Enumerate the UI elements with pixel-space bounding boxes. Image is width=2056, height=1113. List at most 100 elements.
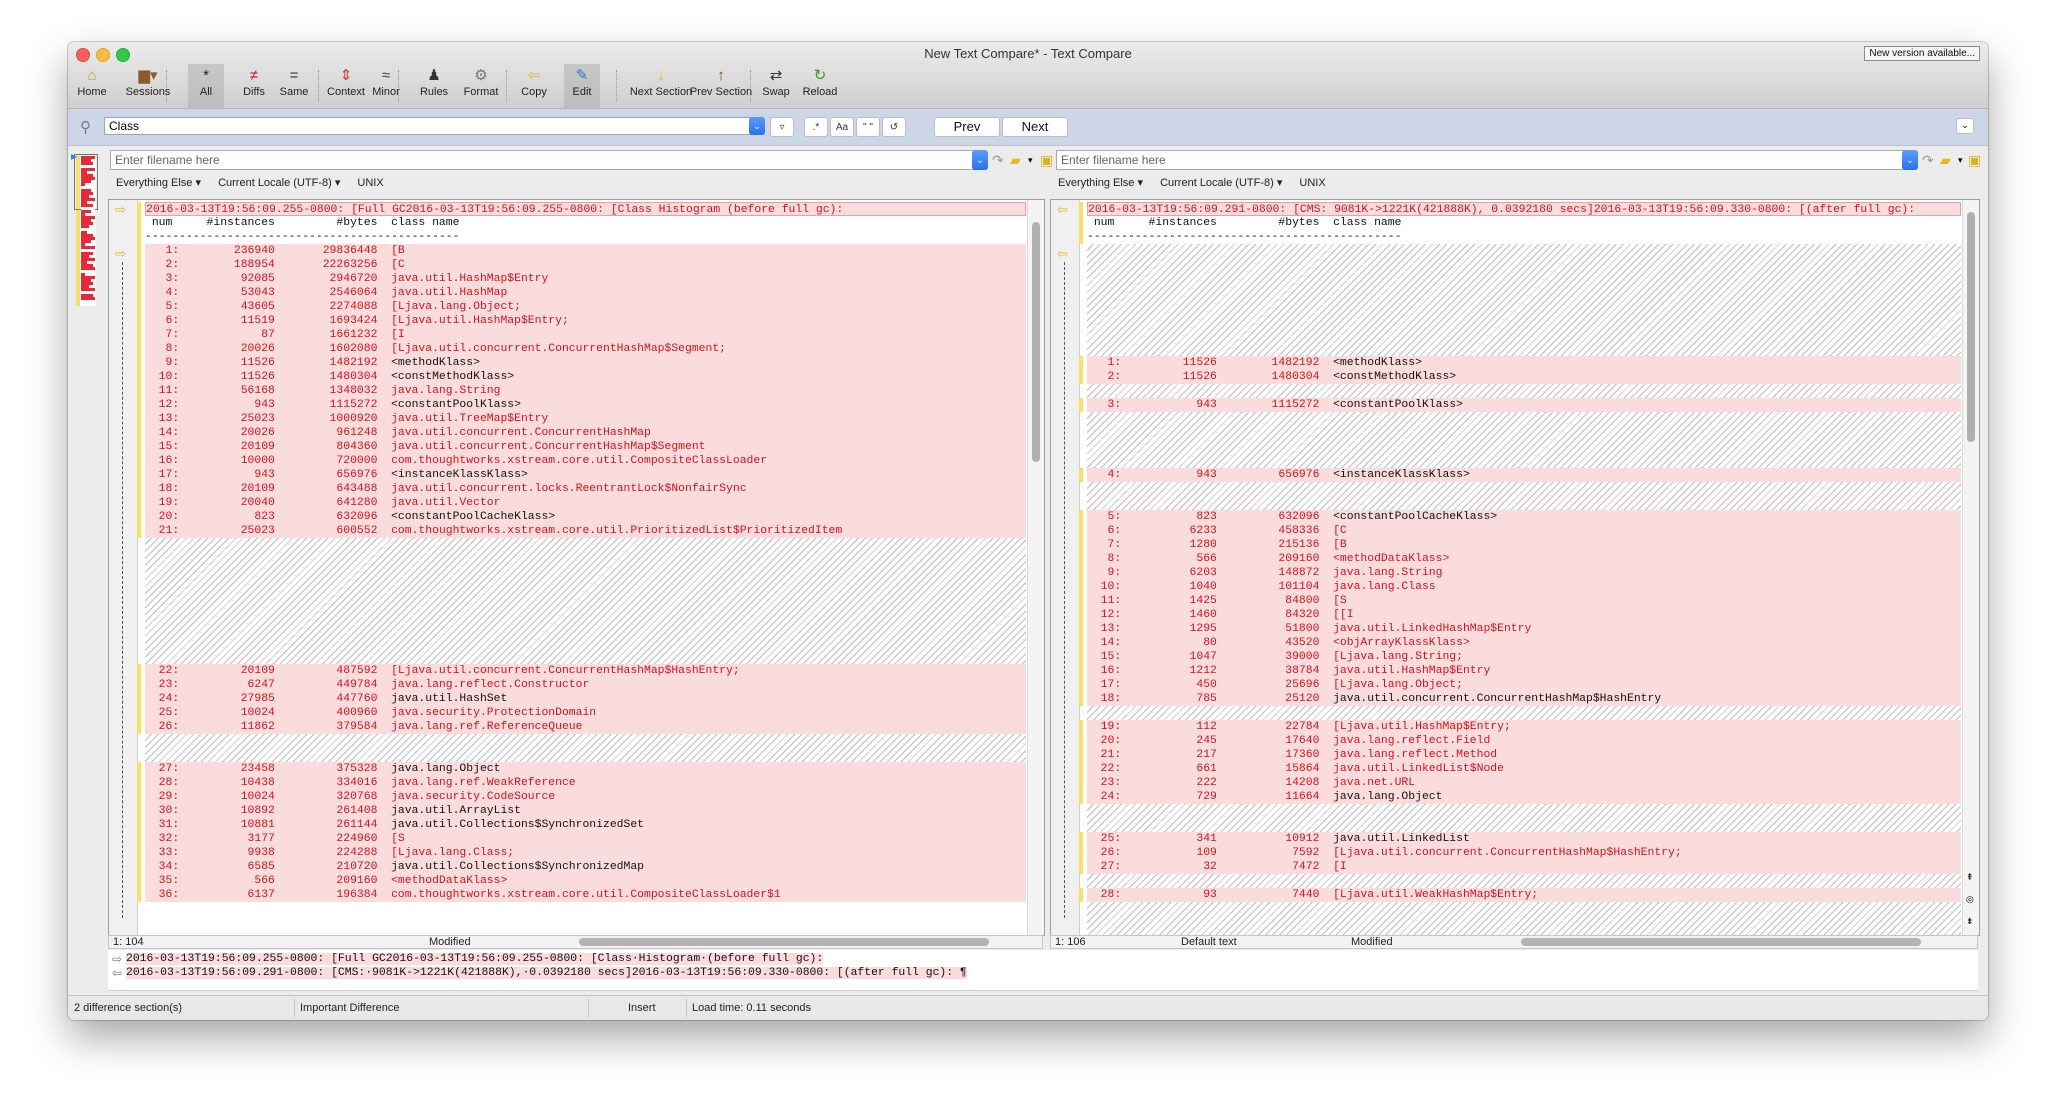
left-table-row[interactable]: 32: 3177 224960 [S: [145, 832, 1026, 846]
right-save-icon[interactable]: ▣: [1968, 151, 1981, 169]
left-table-row[interactable]: 12: 943 1115272 <constantPoolKlass>: [145, 398, 1026, 412]
right-table-row[interactable]: 18: 785 25120 java.util.concurrent.Concu…: [1087, 692, 1961, 706]
toolbar-copy-button[interactable]: ⇦ Copy: [516, 64, 552, 108]
toolbar-minor-button[interactable]: ≈ Minor: [368, 64, 404, 108]
toolbar-sessions-button[interactable]: ▆▾ Sessions: [120, 64, 176, 108]
left-table-row[interactable]: 13: 25023 1000920 java.util.TreeMap$Entr…: [145, 412, 1026, 426]
right-table-row[interactable]: 25: 341 10912 java.util.LinkedList: [1087, 832, 1961, 846]
left-table-row[interactable]: 15: 20109 804360 java.util.concurrent.Co…: [145, 440, 1026, 454]
right-vertical-scrollbar[interactable]: ⇞ ◎ ⇟: [1962, 200, 1979, 935]
left-table-row[interactable]: 18: 20109 643488 java.util.concurrent.lo…: [145, 482, 1026, 496]
right-text-content[interactable]: 2016-03-13T19:56:09.291-0800: [CMS: 9081…: [1087, 200, 1961, 935]
toolbar-same-button[interactable]: = Same: [276, 64, 312, 108]
right-table-row[interactable]: 6: 6233 458336 [C: [1087, 524, 1961, 538]
left-browse-history-icon[interactable]: ↷: [992, 151, 1004, 169]
left-table-row[interactable]: 1: 236940 29836448 [B: [145, 244, 1026, 258]
right-text-pane[interactable]: 2016-03-13T19:56:09.291-0800: [CMS: 9081…: [1050, 199, 1980, 936]
right-format-select[interactable]: Everything Else ▾: [1058, 177, 1143, 189]
next-match-button[interactable]: Next: [1002, 117, 1068, 137]
left-table-row[interactable]: 4: 53043 2546064 java.util.HashMap: [145, 286, 1026, 300]
right-table-row[interactable]: 27: 32 7472 [I: [1087, 860, 1961, 874]
right-table-row[interactable]: 3: 943 1115272 <constantPoolKlass>: [1087, 398, 1961, 412]
left-vertical-scrollbar[interactable]: [1027, 200, 1044, 935]
left-table-row[interactable]: 24: 27985 447760 java.util.HashSet: [145, 692, 1026, 706]
left-format-select[interactable]: Everything Else ▾: [116, 177, 201, 189]
right-filename-dropdown[interactable]: ⌄: [1902, 150, 1918, 170]
scroll-bottom-icon[interactable]: ⇟: [1966, 916, 1974, 927]
left-open-folder-icon[interactable]: ▰: [1010, 151, 1021, 169]
left-table-row[interactable]: 27: 23458 375328 java.lang.Object: [145, 762, 1026, 776]
diff-overview-map[interactable]: ▶: [71, 152, 98, 306]
right-scroll-thumb[interactable]: [1967, 212, 1975, 442]
right-table-row[interactable]: 8: 566 209160 <methodDataKlass>: [1087, 552, 1961, 566]
left-table-row[interactable]: 31: 10881 261144 java.util.Collections$S…: [145, 818, 1026, 832]
whole-word-toggle[interactable]: " ": [856, 117, 880, 137]
right-table-row[interactable]: 20: 245 17640 java.lang.reflect.Field: [1087, 734, 1961, 748]
toolbar-context-button[interactable]: ⇕ Context: [324, 64, 368, 108]
left-scroll-thumb[interactable]: [1032, 222, 1040, 462]
scroll-top-icon[interactable]: ⇞: [1966, 872, 1974, 883]
prev-match-button[interactable]: Prev: [934, 117, 1000, 137]
left-table-row[interactable]: 23: 6247 449784 java.lang.reflect.Constr…: [145, 678, 1026, 692]
left-table-row[interactable]: 29: 10024 320768 java.security.CodeSourc…: [145, 790, 1026, 804]
left-table-row[interactable]: 6: 11519 1693424 [Ljava.util.HashMap$Ent…: [145, 314, 1026, 328]
right-table-row[interactable]: 28: 93 7440 [Ljava.util.WeakHashMap$Entr…: [1087, 888, 1961, 902]
right-table-row[interactable]: 5: 823 632096 <constantPoolCacheKlass>: [1087, 510, 1961, 524]
regex-toggle[interactable]: .*: [804, 117, 828, 137]
right-table-row[interactable]: 22: 661 15864 java.util.LinkedList$Node: [1087, 762, 1961, 776]
right-table-row[interactable]: 11: 1425 84800 [S: [1087, 594, 1961, 608]
right-table-row[interactable]: 16: 1212 38784 java.util.HashMap$Entry: [1087, 664, 1961, 678]
right-open-menu-icon[interactable]: ▾: [1958, 151, 1963, 169]
left-encoding-select[interactable]: Current Locale (UTF-8) ▾: [218, 177, 340, 189]
right-horizontal-scrollbar[interactable]: [1521, 938, 1921, 946]
right-table-row[interactable]: 2: 11526 1480304 <constMethodKlass>: [1087, 370, 1961, 384]
left-table-row[interactable]: 35: 566 209160 <methodDataKlass>: [145, 874, 1026, 888]
right-open-folder-icon[interactable]: ▰: [1940, 151, 1951, 169]
left-table-row[interactable]: 26: 11862 379584 java.lang.ref.Reference…: [145, 720, 1026, 734]
right-table-row[interactable]: 9: 6203 148872 java.lang.String: [1087, 566, 1961, 580]
right-table-row[interactable]: 10: 1040 101104 java.lang.Class: [1087, 580, 1961, 594]
left-table-row[interactable]: 21: 25023 600552 com.thoughtworks.xstrea…: [145, 524, 1026, 538]
left-table-row[interactable]: 22: 20109 487592 [Ljava.util.concurrent.…: [145, 664, 1026, 678]
right-table-row[interactable]: 15: 1047 39000 [Ljava.lang.String;: [1087, 650, 1961, 664]
left-table-row[interactable]: 9: 11526 1482192 <methodKlass>: [145, 356, 1026, 370]
left-table-row[interactable]: 2: 188954 22263256 [C: [145, 258, 1026, 272]
toolbar-swap-button[interactable]: ⇄ Swap: [758, 64, 794, 108]
right-table-row[interactable]: 1: 11526 1482192 <methodKlass>: [1087, 356, 1961, 370]
right-table-row[interactable]: 17: 450 25696 [Ljava.lang.Object;: [1087, 678, 1961, 692]
toolbar-format-button[interactable]: ⚙ Format: [458, 64, 504, 108]
right-table-row[interactable]: 13: 1295 51800 java.util.LinkedHashMap$E…: [1087, 622, 1961, 636]
right-filename-input[interactable]: Enter filename here: [1056, 150, 1906, 170]
left-table-row[interactable]: 33: 9938 224288 [Ljava.lang.Class;: [145, 846, 1026, 860]
left-table-row[interactable]: 25: 10024 400960 java.security.Protectio…: [145, 706, 1026, 720]
left-filename-input[interactable]: Enter filename here: [110, 150, 976, 170]
left-table-row[interactable]: 30: 10892 261408 java.util.ArrayList: [145, 804, 1026, 818]
toolbar-rules-button[interactable]: ♟ Rules: [416, 64, 452, 108]
scroll-center-icon[interactable]: ◎: [1966, 894, 1974, 905]
left-table-row[interactable]: 11: 56168 1348032 java.lang.String: [145, 384, 1026, 398]
left-save-icon[interactable]: ▣: [1040, 151, 1053, 169]
left-filename-dropdown[interactable]: ⌄: [972, 150, 988, 170]
left-table-row[interactable]: 34: 6585 210720 java.util.Collections$Sy…: [145, 860, 1026, 874]
right-browse-history-icon[interactable]: ↷: [1922, 151, 1934, 169]
left-table-row[interactable]: 5: 43605 2274088 [Ljava.lang.Object;: [145, 300, 1026, 314]
toolbar-edit-button[interactable]: ✎ Edit: [564, 64, 600, 108]
right-table-row[interactable]: 19: 112 22784 [Ljava.util.HashMap$Entry;: [1087, 720, 1961, 734]
collapse-search-button[interactable]: ⌄: [1956, 118, 1974, 134]
left-table-row[interactable]: 3: 92085 2946720 java.util.HashMap$Entry: [145, 272, 1026, 286]
left-table-row[interactable]: 28: 10438 334016 java.lang.ref.WeakRefer…: [145, 776, 1026, 790]
left-table-row[interactable]: 36: 6137 196384 com.thoughtworks.xstream…: [145, 888, 1026, 902]
left-table-row[interactable]: 14: 20026 961248 java.util.concurrent.Co…: [145, 426, 1026, 440]
left-horizontal-scrollbar[interactable]: [579, 938, 989, 946]
toolbar-home-button[interactable]: ⌂ Home: [74, 64, 110, 108]
right-table-row[interactable]: 24: 729 11664 java.lang.Object: [1087, 790, 1961, 804]
search-history-dropdown[interactable]: ⌄: [749, 117, 765, 135]
toolbar-diffs-button[interactable]: ≠ Diffs: [236, 64, 272, 108]
left-table-row[interactable]: 20: 823 632096 <constantPoolCacheKlass>: [145, 510, 1026, 524]
left-table-row[interactable]: 8: 20026 1602080 [Ljava.util.concurrent.…: [145, 342, 1026, 356]
left-open-menu-icon[interactable]: ▾: [1028, 151, 1033, 169]
right-table-row[interactable]: 23: 222 14208 java.net.URL: [1087, 776, 1961, 790]
match-case-toggle[interactable]: Aa: [830, 117, 854, 137]
search-input[interactable]: Class: [104, 117, 764, 135]
toolbar-next-section-button[interactable]: ↓ Next Section: [628, 64, 694, 108]
